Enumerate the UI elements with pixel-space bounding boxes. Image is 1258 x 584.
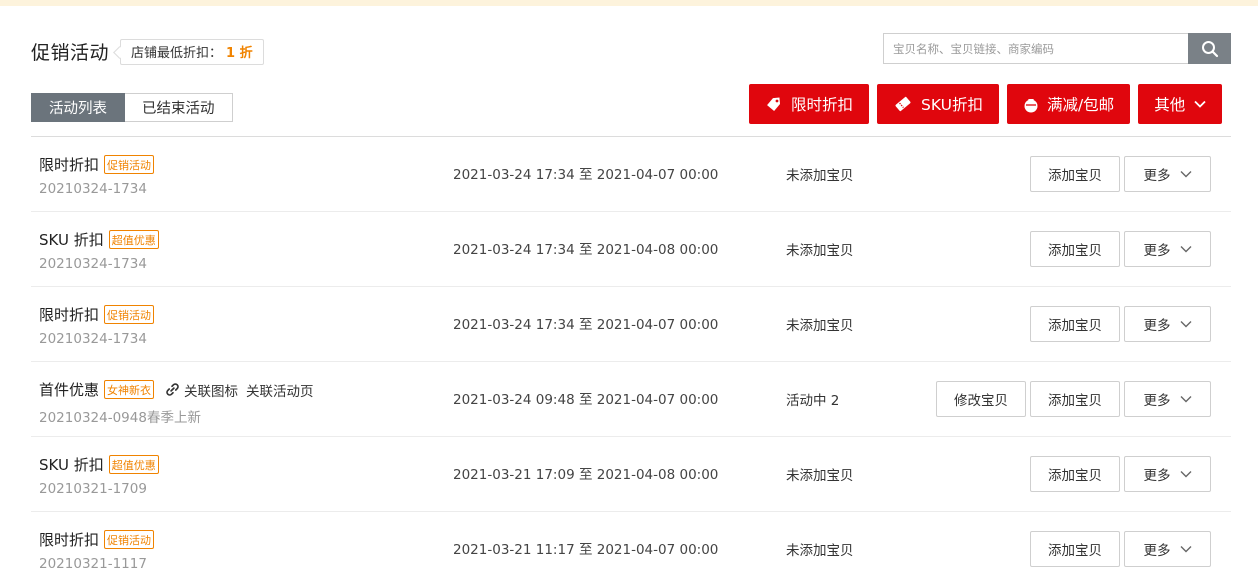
add-item-button[interactable]: 添加宝贝 [1030,231,1120,267]
money-bag-icon [1023,95,1039,113]
table-row: 限时折扣 促销活动 20210324-1734 2021-03-24 17:34… [31,287,1231,362]
chevron-down-icon [1180,320,1192,328]
activity-name-cell: SKU 折扣 超值优惠 [39,229,159,250]
limited-discount-label: 限时折扣 [791,96,854,114]
related-links: 关联图标 关联活动页 [165,380,314,400]
edit-item-button[interactable]: 修改宝贝 [936,381,1026,417]
activity-tag: 促销活动 [104,530,155,549]
add-item-button[interactable]: 添加宝贝 [1030,531,1120,567]
page-title: 促销活动 [31,42,110,64]
activity-name: 限时折扣 [39,306,100,324]
chevron-down-icon [1180,170,1192,178]
activity-time: 2021-03-21 17:09 至 2021-04-08 00:00 [453,467,719,483]
tag-icon [765,95,783,113]
min-discount-label: 店铺最低折扣： [131,46,223,61]
activity-name-cell: 限时折扣 促销活动 [39,304,155,325]
more-dropdown-button[interactable]: 更多 [1124,231,1211,267]
activity-tag: 超值优惠 [108,455,159,474]
add-item-button[interactable]: 添加宝贝 [1030,156,1120,192]
tab-activity-list[interactable]: 活动列表 [31,93,125,122]
activity-name: 限时折扣 [39,156,100,174]
activity-id: 20210324-1734 [39,256,147,272]
tab-bar: 活动列表 已结束活动 [31,93,233,122]
activity-id: 20210324-1734 [39,181,147,197]
limited-discount-button[interactable]: 限时折扣 [749,84,870,124]
table-row: 首件优惠 女神新衣 关联图标 关联活动页 20210324-0948春季上新 2… [31,362,1231,437]
activity-tag: 促销活动 [104,305,155,324]
table-row: SKU 折扣 超值优惠 20210324-1734 2021-03-24 17:… [31,212,1231,287]
activity-time: 2021-03-24 09:48 至 2021-04-07 00:00 [453,392,719,408]
chevron-down-icon [1194,100,1206,108]
activity-name-cell: 限时折扣 促销活动 [39,529,155,550]
search-button[interactable] [1188,33,1231,64]
sku-discount-button[interactable]: SKU折扣 [877,84,999,124]
link-related-page[interactable]: 关联活动页 [246,380,314,400]
search-input[interactable] [883,33,1188,64]
activity-name-cell: 限时折扣 促销活动 [39,154,155,175]
activity-name: SKU 折扣 [39,231,104,249]
more-dropdown-button[interactable]: 更多 [1124,456,1211,492]
add-item-button[interactable]: 添加宝贝 [1030,306,1120,342]
activity-status: 未添加宝贝 [786,243,854,259]
more-dropdown-button[interactable]: 更多 [1124,156,1211,192]
min-discount-badge: 店铺最低折扣： 1 折 [120,38,264,65]
activity-name-cell: 首件优惠 女神新衣 关联图标 关联活动页 [39,379,314,400]
activity-name-cell: SKU 折扣 超值优惠 [39,454,159,475]
link-icon [165,382,180,397]
more-label: 更多 [1143,243,1171,259]
tab-ended-activities[interactable]: 已结束活动 [125,93,233,122]
activity-time: 2021-03-24 17:34 至 2021-04-08 00:00 [453,242,719,258]
more-dropdown-button[interactable]: 更多 [1124,531,1211,567]
title-row: 促销活动 店铺最低折扣： 1 折 [31,38,264,65]
chevron-down-icon [1180,245,1192,253]
activity-id: 20210324-0948春季上新 [39,410,201,426]
activity-time: 2021-03-21 11:17 至 2021-04-07 00:00 [453,542,719,558]
activity-status: 未添加宝贝 [786,543,854,559]
chevron-down-icon [1180,470,1192,478]
activity-time: 2021-03-24 17:34 至 2021-04-07 00:00 [453,167,719,183]
activity-name: 首件优惠 [39,381,100,399]
more-label: 更多 [1143,543,1171,559]
chevron-down-icon [1180,545,1192,553]
activity-id: 20210324-1734 [39,331,147,347]
more-label: 更多 [1143,168,1171,184]
other-label: 其他 [1154,96,1186,114]
search-icon [1201,40,1219,58]
sku-discount-label: SKU折扣 [921,96,983,114]
search-bar [883,33,1231,64]
more-dropdown-button[interactable]: 更多 [1124,306,1211,342]
table-row: 限时折扣 促销活动 20210321-1117 2021-03-21 11:17… [31,512,1231,584]
table-row: SKU 折扣 超值优惠 20210321-1709 2021-03-21 17:… [31,437,1231,512]
activity-list: 限时折扣 促销活动 20210324-1734 2021-03-24 17:34… [31,137,1231,584]
link-related-icon[interactable]: 关联图标 [184,380,238,400]
more-label: 更多 [1143,318,1171,334]
activity-id: 20210321-1709 [39,481,147,497]
activity-id: 20210321-1117 [39,556,147,572]
activity-status: 未添加宝贝 [786,318,854,334]
top-strip [0,0,1258,6]
activity-status: 活动中 2 [786,393,840,409]
activity-tag: 超值优惠 [108,230,159,249]
activity-tag: 促销活动 [104,155,155,174]
table-row: 限时折扣 促销活动 20210324-1734 2021-03-24 17:34… [31,137,1231,212]
activity-tag: 女神新衣 [104,380,155,399]
add-item-button[interactable]: 添加宝贝 [1030,381,1120,417]
min-discount-value: 1 折 [226,46,253,61]
full-reduction-label: 满减/包邮 [1046,96,1115,114]
more-dropdown-button[interactable]: 更多 [1124,381,1211,417]
action-buttons: 限时折扣 SKU折扣 满减/包邮 其他 [749,84,1223,124]
add-item-button[interactable]: 添加宝贝 [1030,456,1120,492]
activity-name: 限时折扣 [39,531,100,549]
full-reduction-button[interactable]: 满减/包邮 [1006,84,1131,124]
ticket-icon [893,95,913,113]
chevron-down-icon [1180,395,1192,403]
activity-status: 未添加宝贝 [786,468,854,484]
other-dropdown-button[interactable]: 其他 [1138,84,1223,124]
activity-name: SKU 折扣 [39,456,104,474]
more-label: 更多 [1143,468,1171,484]
more-label: 更多 [1143,393,1171,409]
activity-status: 未添加宝贝 [786,168,854,184]
activity-time: 2021-03-24 17:34 至 2021-04-07 00:00 [453,317,719,333]
